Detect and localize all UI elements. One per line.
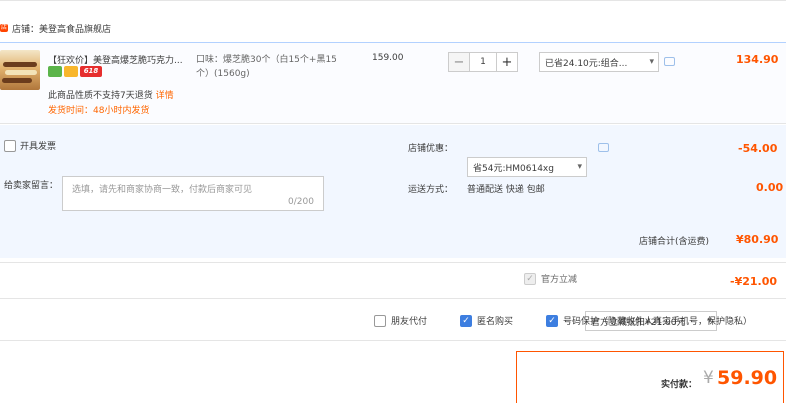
no-return-notice: 此商品性质不支持7天退货 详情: [48, 88, 174, 101]
card-badge-icon: [64, 66, 78, 77]
message-char-count: 0/200: [288, 197, 314, 207]
official-discount-checkbox: ✓: [524, 272, 536, 285]
detail-link[interactable]: 详情: [156, 91, 174, 101]
official-discount-amount: -¥21.00: [730, 275, 778, 288]
no-return-text: 此商品性质不支持7天退货: [48, 91, 153, 101]
chevron-down-icon: ▾: [649, 57, 654, 67]
payment-label: 实付款：: [661, 380, 698, 390]
coupon-amount: -54.00: [738, 142, 778, 155]
shipping-value: 普通配送 快递 包邮: [467, 185, 545, 195]
number-protect-label: 号码保护（隐藏收件人真实手机号，保护隐私）: [563, 317, 753, 327]
subtotal-label: 店铺合计(含运费): [639, 237, 710, 247]
number-protect-checkbox[interactable]: ✓: [546, 314, 558, 327]
shop-bar: 店 店铺：美登高食品旗舰店: [0, 18, 111, 38]
anonymous-label: 匿名购买: [477, 317, 514, 327]
coupon-value: 省54元:HM0614xg: [473, 163, 554, 174]
product-image-stick: [3, 62, 37, 67]
promo-618-badge: 618: [80, 66, 102, 77]
friend-pay-checkbox[interactable]: [374, 314, 386, 327]
anonymous-checkbox[interactable]: ✓: [460, 314, 472, 327]
payment-currency: ¥: [703, 368, 714, 388]
payment-amount: 59.90: [717, 367, 778, 389]
invoice-checkbox[interactable]: [4, 139, 16, 152]
message-placeholder: 选填，请先和商家协商一致，付款后商家可见: [72, 185, 253, 195]
invoice-option[interactable]: 开具发票: [4, 139, 56, 152]
item-promo-value: 已省24.10元:组合...: [545, 58, 628, 69]
product-thumbnail[interactable]: [0, 50, 40, 90]
number-protect-option[interactable]: ✓ 号码保护（隐藏收件人真实手机号，保护隐私）: [546, 314, 752, 327]
qty-minus-button[interactable]: −: [448, 52, 470, 72]
coupon-select[interactable]: 省54元:HM0614xg ▾: [467, 157, 587, 177]
official-discount-label: 官方立减: [541, 275, 578, 285]
shipping-label: 运送方式：: [408, 185, 454, 195]
unit-price: 159.00: [372, 53, 404, 63]
chat-icon[interactable]: [664, 57, 675, 66]
service-badge-icon: [48, 66, 62, 77]
item-promo-select[interactable]: 已省24.10元:组合... ▾: [539, 52, 659, 72]
qty-input[interactable]: 1: [470, 52, 496, 72]
product-image-stick: [5, 70, 37, 75]
friend-pay-label: 朋友代付: [391, 317, 428, 327]
invoice-label: 开具发票: [20, 142, 57, 152]
ship-time: 发货时间：48小时内发货: [48, 106, 150, 116]
divider: [0, 340, 786, 341]
shop-name[interactable]: 店铺：美登高食品旗舰店: [12, 22, 111, 35]
product-attributes: 口味：爆芝脆30个（白15个+黑15个）(1560g): [196, 55, 337, 79]
chat-icon[interactable]: [598, 143, 609, 152]
product-image-stick: [2, 78, 32, 83]
qty-plus-button[interactable]: +: [496, 52, 518, 72]
coupon-label: 店铺优惠：: [408, 144, 454, 154]
official-discount-option: ✓ 官方立减: [524, 272, 577, 285]
friend-pay-option[interactable]: 朋友代付: [374, 314, 427, 327]
divider: [0, 262, 786, 263]
chevron-down-icon: ▾: [577, 162, 582, 172]
product-title[interactable]: 【狂欢价】美登高爆芝脆巧克力...: [48, 53, 193, 66]
shipping-amount: 0.00: [756, 181, 784, 194]
subtotal-amount: ¥80.90: [736, 233, 779, 246]
item-total: 134.90: [736, 53, 779, 66]
anonymous-option[interactable]: ✓ 匿名购买: [460, 314, 513, 327]
quantity-stepper: − 1 +: [448, 52, 518, 72]
product-badges: 618: [48, 66, 102, 77]
divider: [0, 298, 786, 299]
message-label: 给卖家留言：: [4, 181, 59, 191]
shop-icon: 店: [0, 24, 8, 32]
top-divider: [0, 0, 786, 1]
